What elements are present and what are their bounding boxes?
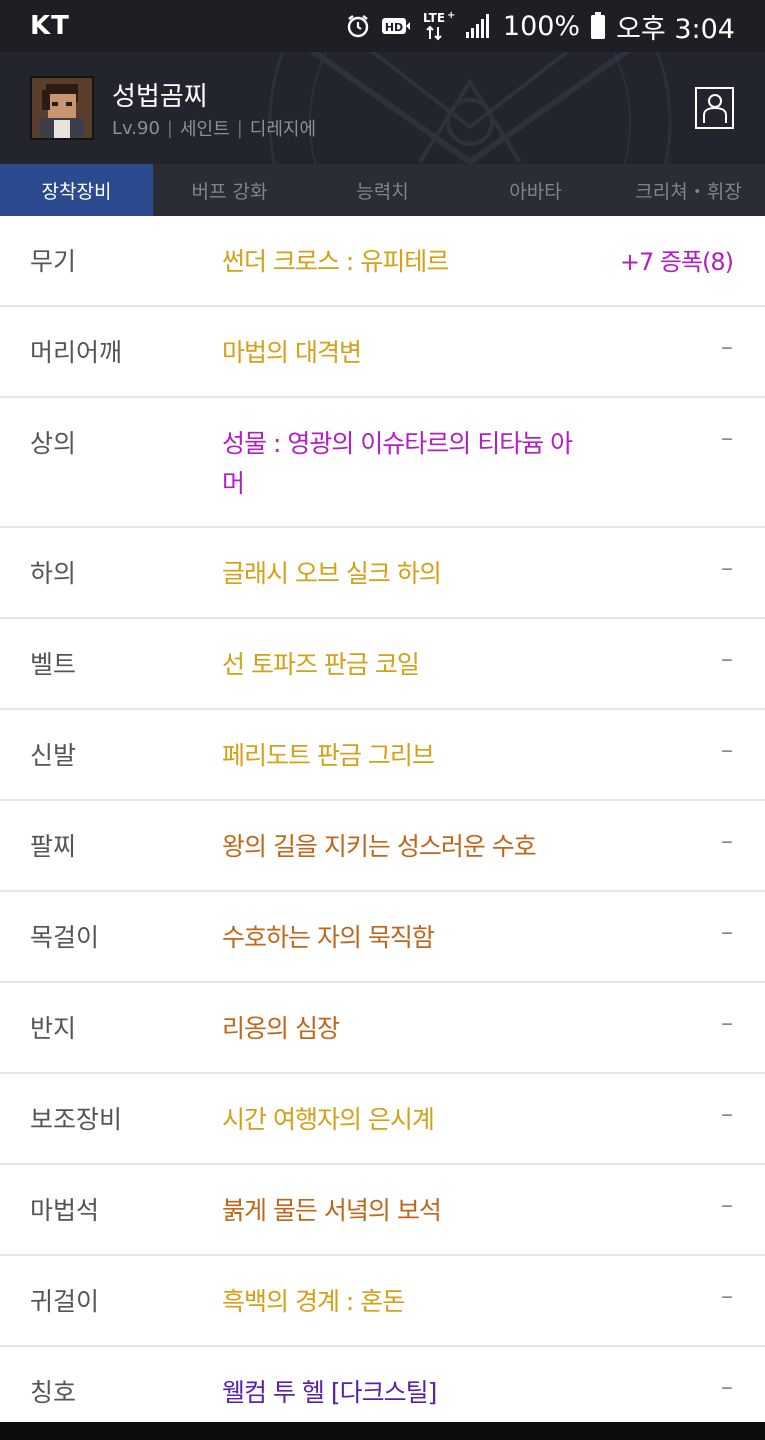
equipment-row-subweapon[interactable]: 보조장비 시간 여행자의 은시계 – <box>0 1074 765 1165</box>
equipment-row-bracelet[interactable]: 팔찌 왕의 길을 지키는 성스러운 수호 – <box>0 801 765 892</box>
equipment-row-ring[interactable]: 반지 리옹의 심장 – <box>0 983 765 1074</box>
slot-label: 반지 <box>30 1014 77 1043</box>
svg-text:HD: HD <box>385 21 403 34</box>
character-header: 성법곰찌 Lv.90 | 세인트 | 디레지에 <box>0 52 765 164</box>
extra-label: – <box>721 1282 733 1310</box>
equipment-row-belt[interactable]: 벨트 선 토파즈 판금 코일 – <box>0 619 765 710</box>
slot-label: 팔찌 <box>30 832 77 861</box>
item-name: 왕의 길을 지키는 성스러운 수호 <box>222 832 537 861</box>
slot-label: 무기 <box>30 247 77 276</box>
person-icon <box>702 94 727 123</box>
tab-buff-enhance[interactable]: 버프 강화 <box>153 164 306 216</box>
lte-icon: LTE + <box>421 9 455 43</box>
slot-label: 귀걸이 <box>30 1287 100 1316</box>
extra-label: – <box>721 333 733 361</box>
item-name: 붉게 물든 서녘의 보석 <box>222 1196 442 1225</box>
battery-icon <box>590 12 606 40</box>
extra-label: – <box>721 554 733 582</box>
extra-label: – <box>721 645 733 673</box>
item-name: 썬더 크로스 : 유피테르 <box>222 247 449 276</box>
bottom-edge <box>0 1422 765 1440</box>
equipment-row-top[interactable]: 상의 성물 : 영광의 이슈타르의 티타늄 아머 – <box>0 398 765 528</box>
item-name: 흑백의 경계 : 혼돈 <box>222 1287 405 1316</box>
item-name: 성물 : 영광의 이슈타르의 티타늄 아머 <box>222 429 573 498</box>
slot-label: 하의 <box>30 559 77 588</box>
equipment-row-magicstone[interactable]: 마법석 붉게 물든 서녘의 보석 – <box>0 1165 765 1256</box>
item-name: 선 토파즈 판금 코일 <box>222 650 420 679</box>
tab-equipment[interactable]: 장착장비 <box>0 164 153 216</box>
slot-label: 상의 <box>30 429 77 458</box>
extra-label: – <box>721 1009 733 1037</box>
extra-label: – <box>721 827 733 855</box>
slot-label: 신발 <box>30 741 77 770</box>
slot-label: 벨트 <box>30 650 77 679</box>
extra-label: – <box>721 1191 733 1219</box>
character-name: 성법곰찌 <box>112 82 208 112</box>
equipment-row-shoulder[interactable]: 머리어깨 마법의 대격변 – <box>0 307 765 398</box>
extra-label: – <box>721 918 733 946</box>
character-server: 디레지에 <box>249 119 317 140</box>
character-avatar[interactable] <box>30 76 94 140</box>
item-name: 웰컴 투 헬 [다크스틸] <box>222 1378 437 1407</box>
divider: | <box>236 117 243 139</box>
item-name: 페리도트 판금 그리브 <box>222 741 435 770</box>
equipment-row-shoes[interactable]: 신발 페리도트 판금 그리브 – <box>0 710 765 801</box>
amplify-label: +7 증폭(8) <box>619 248 734 276</box>
tab-bar: 장착장비 버프 강화 능력치 아바타 크리쳐・휘장 <box>0 164 765 216</box>
item-name: 수호하는 자의 묵직함 <box>222 923 435 952</box>
svg-text:LTE: LTE <box>423 11 445 25</box>
slot-label: 보조장비 <box>30 1105 123 1134</box>
equipment-row-title[interactable]: 칭호 웰컴 투 헬 [다크스틸] – <box>0 1347 765 1421</box>
tab-avatar[interactable]: 아바타 <box>459 164 612 216</box>
item-name: 마법의 대격변 <box>222 338 362 367</box>
character-level: Lv.90 <box>112 117 160 139</box>
hd-icon: HD <box>381 14 411 38</box>
slot-label: 칭호 <box>30 1378 77 1407</box>
svg-text:+: + <box>447 10 455 21</box>
equipment-row-weapon[interactable]: 무기 썬더 크로스 : 유피테르 +7 증폭(8) <box>0 216 765 307</box>
extra-label: – <box>721 1373 733 1401</box>
equipment-row-earring[interactable]: 귀걸이 흑백의 경계 : 혼돈 – <box>0 1256 765 1347</box>
equipment-row-necklace[interactable]: 목걸이 수호하는 자의 묵직함 – <box>0 892 765 983</box>
extra-label: – <box>721 424 733 452</box>
item-name: 리옹의 심장 <box>222 1014 340 1043</box>
extra-label: – <box>721 736 733 764</box>
alarm-icon <box>345 13 371 39</box>
clock: 오후 3:04 <box>616 13 735 45</box>
slot-label: 마법석 <box>30 1196 100 1225</box>
carrier-label: KT <box>30 11 70 41</box>
equipment-row-bottom[interactable]: 하의 글래시 오브 실크 하의 – <box>0 528 765 619</box>
tab-stats[interactable]: 능력치 <box>306 164 459 216</box>
equipment-list: 무기 썬더 크로스 : 유피테르 +7 증폭(8) 머리어깨 마법의 대격변 –… <box>0 216 765 1421</box>
item-name: 시간 여행자의 은시계 <box>222 1105 435 1134</box>
item-name: 글래시 오브 실크 하의 <box>222 559 442 588</box>
status-icons: HD LTE + 100% 오후 3:04 <box>345 7 735 46</box>
divider: | <box>166 117 173 139</box>
signal-icon <box>465 13 493 39</box>
profile-button[interactable] <box>695 87 734 129</box>
extra-label: – <box>721 1100 733 1128</box>
status-bar: KT HD LTE + 100% 오후 3:04 <box>0 0 765 52</box>
character-info: Lv.90 | 세인트 | 디레지에 <box>112 115 316 141</box>
slot-label: 머리어깨 <box>30 338 123 367</box>
character-class: 세인트 <box>180 119 230 140</box>
slot-label: 목걸이 <box>30 923 100 952</box>
battery-percent: 100% <box>502 10 581 42</box>
tab-creature-emblem[interactable]: 크리쳐・휘장 <box>612 164 765 216</box>
